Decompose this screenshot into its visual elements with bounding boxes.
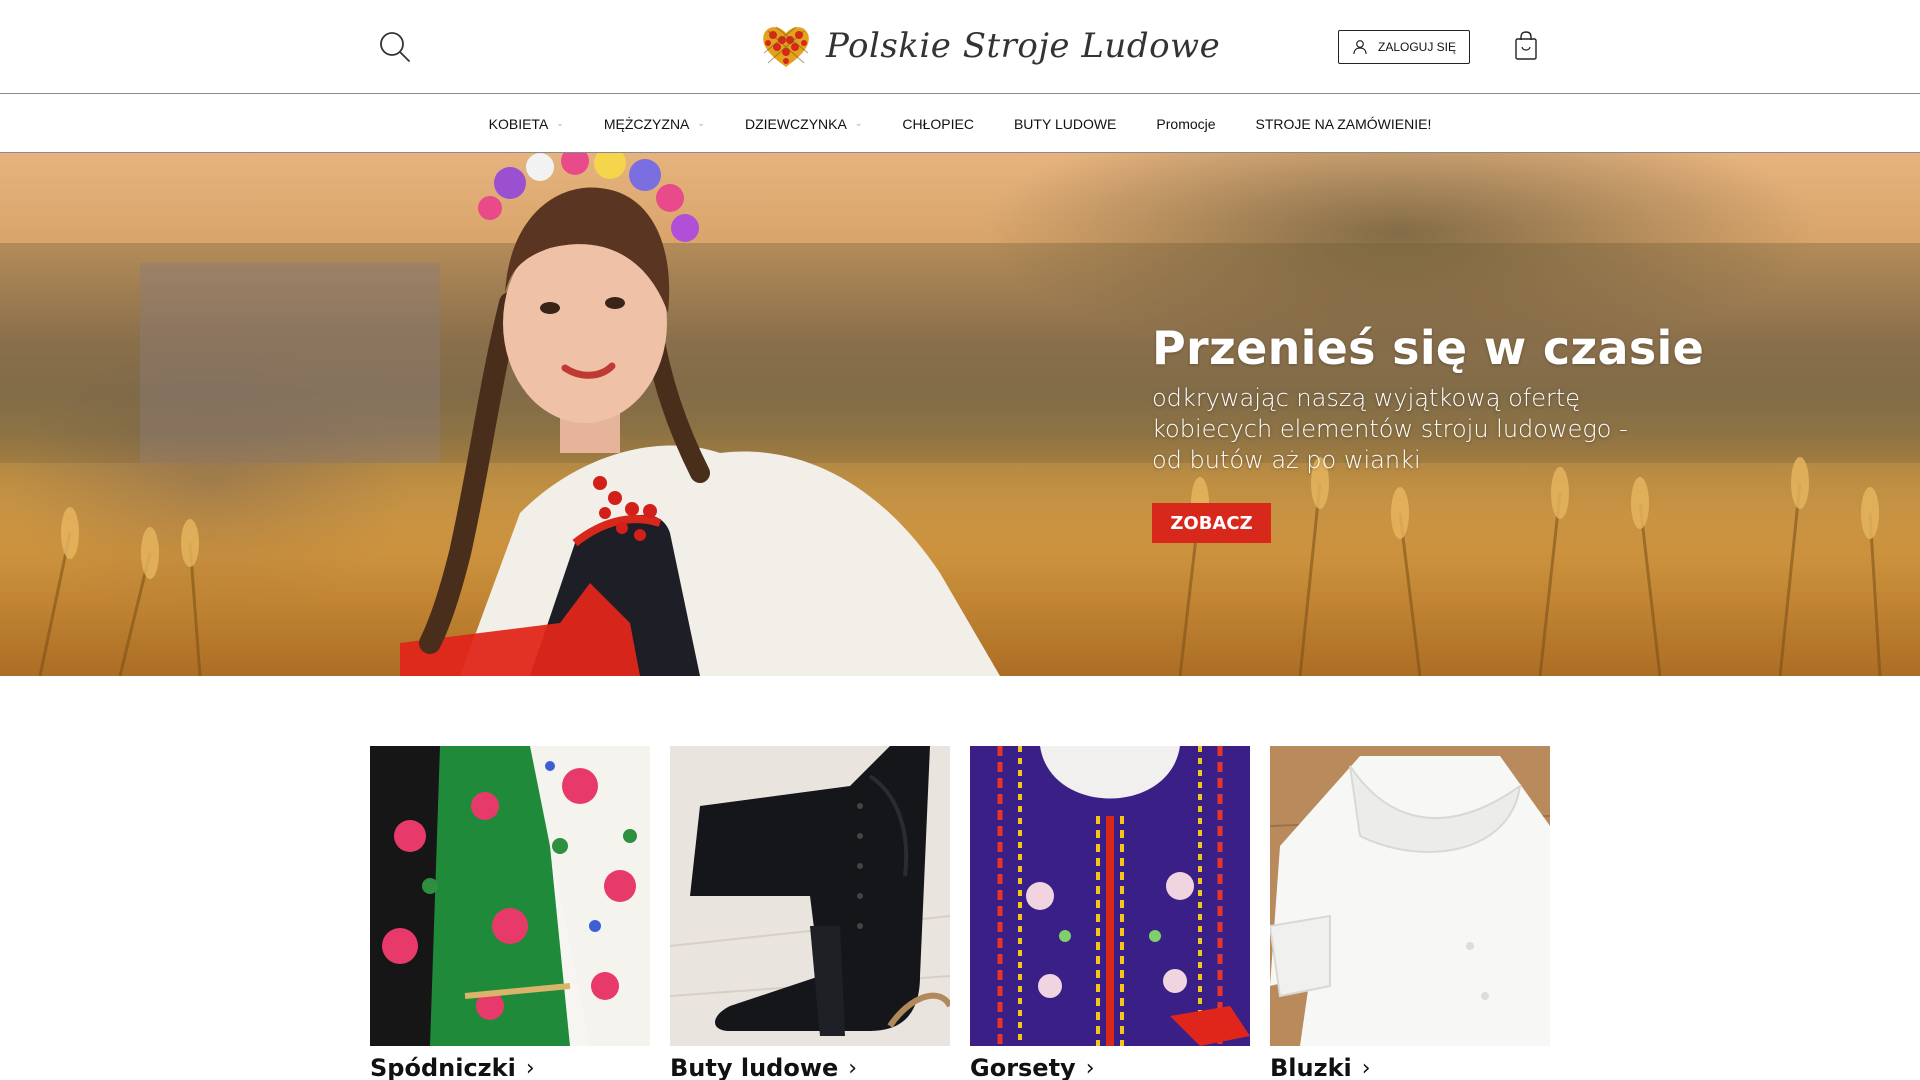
hero-banner: Przenieś się w czasie odkrywając naszą w… — [0, 153, 1920, 676]
category-card-gorsety[interactable]: Gorsety › — [970, 746, 1250, 1080]
nav-item-chlopiec[interactable]: CHŁOPIEC — [882, 116, 994, 132]
nav-label: KOBIETA — [488, 115, 549, 132]
login-button[interactable]: ZALOGUJ SIĘ — [1338, 30, 1470, 64]
category-label: Gorsety › — [970, 1054, 1250, 1080]
nav-item-mezczyzna[interactable]: MĘŻCZYZNA ⌄ — [584, 116, 725, 132]
main-nav: KOBIETA ⌄ MĘŻCZYZNA ⌄ DZIEWCZYNKA ⌄ CHŁO… — [0, 95, 1920, 153]
chevron-down-icon: ⌄ — [854, 118, 863, 128]
girl-in-folk-costume-image — [400, 153, 1000, 676]
nav-label: CHŁOPIEC — [902, 115, 974, 132]
nav-item-dziewczynka[interactable]: DZIEWCZYNKA ⌄ — [725, 116, 882, 132]
nav-label: BUTY LUDOWE — [1013, 115, 1117, 132]
category-label: Buty ludowe › — [670, 1054, 950, 1080]
category-card-buty-ludowe[interactable]: Buty ludowe › — [670, 746, 950, 1080]
nav-label: STROJE NA ZAMÓWIENIE! — [1255, 115, 1432, 132]
nav-item-kobieta[interactable]: KOBIETA ⌄ — [469, 116, 584, 132]
nav-label: MĘŻCZYZNA — [603, 115, 690, 132]
category-grid: Spódniczki › Buty ludowe › Gorsety › Blu… — [370, 746, 1552, 1080]
hero-subtitle: odkrywając naszą wyjątkową ofertę kobiec… — [1152, 384, 1628, 474]
category-card-bluzki[interactable]: Bluzki › — [1270, 746, 1550, 1080]
search-icon[interactable] — [378, 30, 412, 64]
category-title[interactable]: Spódniczki — [370, 1054, 516, 1080]
folk-boots-image[interactable] — [670, 746, 950, 1046]
category-title[interactable]: Gorsety — [970, 1054, 1076, 1080]
category-label: Bluzki › — [1270, 1054, 1550, 1080]
chevron-right-icon: › — [525, 1055, 535, 1080]
chevron-right-icon: › — [848, 1055, 858, 1080]
category-label: Spódniczki › — [370, 1054, 650, 1080]
chevron-right-icon: › — [1361, 1055, 1371, 1080]
chevron-down-icon: ⌄ — [556, 118, 564, 128]
category-card-spodniczki[interactable]: Spódniczki › — [370, 746, 650, 1080]
chevron-right-icon: › — [1085, 1055, 1095, 1080]
nav-item-stroje-na-zamowienie[interactable]: STROJE NA ZAMÓWIENIE! — [1236, 116, 1452, 132]
chevron-down-icon: ⌄ — [697, 118, 705, 128]
nav-label: Promocje — [1156, 115, 1216, 132]
user-icon — [1353, 40, 1367, 55]
nav-item-buty-ludowe[interactable]: BUTY LUDOWE — [994, 116, 1136, 132]
logo-text: Polskie Stroje Ludowe — [826, 26, 1221, 66]
hero-cta-button[interactable]: ZOBACZ — [1152, 503, 1271, 543]
corsets-image[interactable] — [970, 746, 1250, 1046]
nav-label: DZIEWCZYNKA — [744, 115, 847, 132]
heart-lattice-logo-icon — [763, 26, 809, 67]
blouses-image[interactable] — [1270, 746, 1550, 1046]
category-title[interactable]: Buty ludowe — [670, 1054, 838, 1080]
shopping-bag-icon[interactable] — [1514, 30, 1538, 62]
skirts-image[interactable] — [370, 746, 650, 1046]
category-title[interactable]: Bluzki — [1270, 1054, 1352, 1080]
site-header: Polskie Stroje Ludowe ZALOGUJ SIĘ — [0, 0, 1920, 94]
hero-title: Przenieś się w czasie — [1152, 321, 1705, 375]
login-label: ZALOGUJ SIĘ — [1377, 40, 1457, 54]
nav-item-promocje[interactable]: Promocje — [1136, 116, 1235, 132]
site-logo[interactable]: Polskie Stroje Ludowe — [760, 18, 1220, 74]
